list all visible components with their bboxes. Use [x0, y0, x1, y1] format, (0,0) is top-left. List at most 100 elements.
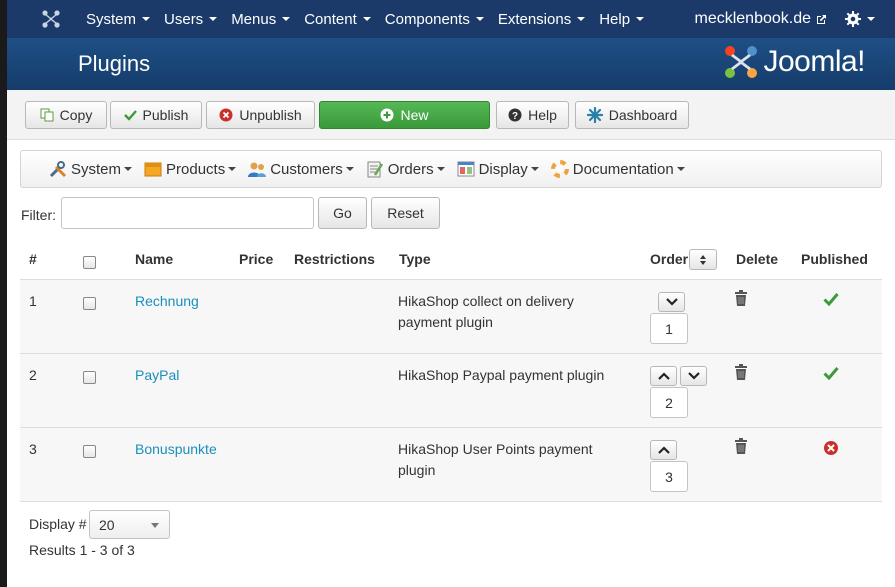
row-number: 2 — [29, 367, 37, 383]
submenu-customers[interactable]: Customers — [248, 160, 354, 178]
plugin-name-link[interactable]: Bonuspunkte — [135, 441, 217, 457]
copy-icon — [40, 108, 54, 122]
trash-icon[interactable] — [735, 364, 747, 383]
order-input[interactable]: 3 — [650, 461, 688, 492]
page-title: Plugins — [78, 51, 151, 76]
caret-down-icon — [676, 167, 685, 171]
col-restrictions[interactable]: Restrictions — [294, 251, 375, 267]
publish-button[interactable]: Publish — [110, 101, 202, 129]
caret-down-icon — [209, 17, 218, 21]
menu-users[interactable]: Users — [157, 0, 224, 38]
move-down-button[interactable] — [658, 292, 685, 312]
order-icon — [366, 160, 384, 178]
col-price[interactable]: Price — [239, 251, 273, 267]
submenu-products[interactable]: Products — [144, 160, 237, 178]
go-button[interactable]: Go — [318, 197, 367, 229]
chevron-down-icon — [151, 523, 159, 528]
trash-icon[interactable] — [735, 438, 747, 457]
row-number: 3 — [29, 441, 37, 457]
joomla-brand: Joomla! — [723, 44, 865, 80]
caret-down-icon — [142, 17, 151, 21]
gear-icon[interactable] — [845, 11, 875, 27]
chevron-down-icon — [665, 298, 678, 306]
submenu-system[interactable]: System — [49, 160, 133, 178]
order-input[interactable]: 2 — [650, 387, 688, 418]
help-button[interactable]: ? Help — [496, 101, 569, 129]
question-icon: ? — [508, 108, 522, 122]
select-all-checkbox[interactable] — [83, 256, 96, 269]
hikashop-submenu: System Products Customers Orders Display… — [20, 150, 882, 188]
menu-system[interactable]: System — [79, 0, 157, 38]
menu-content[interactable]: Content — [297, 0, 378, 38]
menu-extensions[interactable]: Extensions — [491, 0, 592, 38]
users-icon — [248, 160, 267, 178]
plugin-type: HikaShop collect on delivery payment plu… — [398, 293, 574, 330]
col-published[interactable]: Published — [801, 251, 868, 267]
window-icon — [457, 160, 475, 178]
col-name[interactable]: Name — [135, 251, 173, 267]
caret-down-icon — [475, 17, 484, 21]
row-checkbox[interactable] — [83, 297, 96, 310]
joomla-logo-icon[interactable] — [29, 0, 73, 38]
top-navbar: System Users Menus Content Components Ex… — [7, 0, 895, 38]
col-num: # — [29, 251, 37, 267]
caret-down-icon — [636, 17, 645, 21]
filter-input[interactable] — [61, 197, 314, 229]
caret-down-icon — [228, 167, 237, 171]
menu-menus[interactable]: Menus — [224, 0, 297, 38]
col-order[interactable]: Order — [650, 251, 688, 267]
caret-down-icon — [436, 167, 445, 171]
menu-components[interactable]: Components — [378, 0, 491, 38]
row-checkbox[interactable] — [83, 371, 96, 384]
published-check-icon[interactable] — [823, 292, 839, 309]
table-row: 3 Bonuspunkte HikaShop User Points payme… — [20, 428, 882, 502]
chevron-up-icon — [657, 372, 670, 380]
tools-icon — [49, 160, 67, 178]
filter-label: Filter: — [21, 207, 56, 223]
plus-circle-icon — [380, 108, 394, 122]
caret-down-icon — [282, 17, 291, 21]
dashboard-icon — [586, 107, 603, 123]
caret-down-icon — [867, 17, 875, 21]
col-delete: Delete — [736, 251, 779, 267]
plugin-type: HikaShop Paypal payment plugin — [398, 367, 605, 383]
submenu-display[interactable]: Display — [457, 160, 539, 178]
site-link[interactable]: mecklenbook.de — [694, 10, 827, 28]
menu-help[interactable]: Help — [592, 0, 651, 38]
results-count: Results 1 - 3 of 3 — [29, 542, 135, 558]
unpublish-button[interactable]: Unpublish — [206, 101, 315, 129]
dashboard-button[interactable]: Dashboard — [575, 101, 689, 129]
row-checkbox[interactable] — [83, 445, 96, 458]
sort-order-button[interactable] — [689, 249, 717, 270]
published-check-icon[interactable] — [823, 366, 839, 383]
order-input[interactable]: 1 — [650, 313, 688, 344]
plugin-name-link[interactable]: PayPal — [135, 367, 179, 383]
box-icon — [144, 160, 162, 178]
check-icon — [123, 109, 137, 121]
move-down-button[interactable] — [680, 366, 707, 386]
move-up-button[interactable] — [650, 366, 677, 386]
display-count-select[interactable]: 20 — [89, 510, 170, 539]
plugin-type: HikaShop User Points payment plugin — [398, 441, 593, 478]
sort-icon — [700, 254, 706, 265]
submenu-documentation[interactable]: Documentation — [550, 160, 685, 178]
table-header: # Name Price Restrictions Type Order Del… — [20, 240, 882, 280]
caret-down-icon — [530, 167, 539, 171]
copy-button[interactable]: Copy — [25, 101, 107, 129]
submenu-orders[interactable]: Orders — [366, 160, 445, 178]
caret-down-icon — [577, 17, 586, 21]
plugin-name-link[interactable]: Rechnung — [135, 293, 199, 309]
reset-button[interactable]: Reset — [371, 197, 440, 229]
help-icon — [550, 160, 569, 178]
chevron-up-icon — [657, 446, 670, 454]
unpublished-x-icon[interactable] — [823, 440, 839, 459]
row-number: 1 — [29, 293, 37, 309]
unpublish-icon — [219, 108, 233, 122]
toolbar: Copy Publish Unpublish New ? Help Dashbo… — [7, 90, 895, 140]
trash-icon[interactable] — [735, 290, 747, 309]
table-row: 2 PayPal HikaShop Paypal payment plugin … — [20, 354, 882, 428]
move-up-button[interactable] — [650, 440, 677, 460]
new-button[interactable]: New — [319, 101, 490, 129]
caret-down-icon — [124, 167, 133, 171]
col-type[interactable]: Type — [399, 251, 431, 267]
